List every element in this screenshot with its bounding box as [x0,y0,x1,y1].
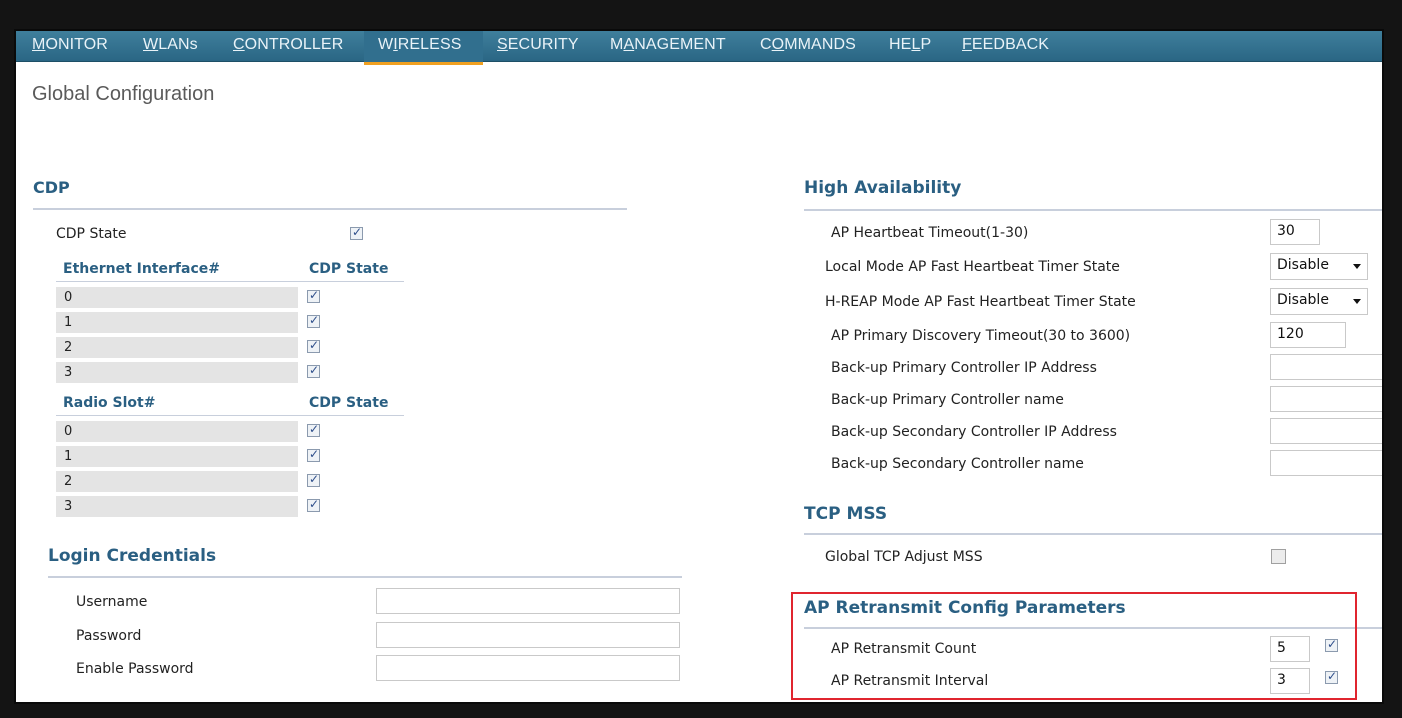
radio-row-label: 3 [64,499,73,514]
ethernet-row-label: 2 [64,340,73,355]
nav-management[interactable]: MANAGEMENT [610,36,726,54]
local-mode-timer-select[interactable]: Disable [1270,253,1368,280]
ethernet-row-label: 3 [64,365,73,380]
ethernet-row-label: 0 [64,290,73,305]
chevron-down-icon [1353,264,1361,269]
username-field[interactable] [376,588,680,614]
radio-header-divider [56,415,404,416]
nav-wlans[interactable]: WLANs [143,36,198,54]
page-title: Global Configuration [32,83,215,105]
radio-1-cdp-checkbox[interactable] [307,447,320,462]
nav-wireless[interactable]: WIRELESS [378,36,462,54]
ha-section-title: High Availability [804,178,962,198]
ethernet-cdp-state-header: CDP State [309,261,389,277]
ethernet-0-cdp-checkbox[interactable] [307,288,320,303]
heartbeat-timeout-input[interactable]: 30 [1270,219,1320,245]
ethernet-row-label: 1 [64,315,73,330]
table-row [56,421,298,442]
hreap-mode-timer-select[interactable]: Disable [1270,288,1368,315]
cdp-section-title: CDP [33,178,70,197]
backup-primary-name-input[interactable] [1270,386,1382,412]
discovery-timeout-input[interactable]: 120 [1270,322,1346,348]
table-row [56,337,298,358]
ethernet-header-divider [56,281,404,282]
backup-primary-ip-label: Back-up Primary Controller IP Address [831,360,1097,376]
backup-secondary-name-label: Back-up Secondary Controller name [831,456,1084,472]
cdp-state-checkbox[interactable] [350,225,363,240]
radio-cdp-state-header: CDP State [309,395,389,411]
enable-password-label: Enable Password [76,661,194,677]
backup-primary-name-label: Back-up Primary Controller name [831,392,1064,408]
retransmit-highlight-box [791,592,1357,700]
tcp-mss-section-title: TCP MSS [804,504,888,524]
radio-slot-header: Radio Slot# [63,395,156,411]
backup-primary-ip-input[interactable] [1270,354,1382,380]
nav-commands[interactable]: COMMANDS [760,36,856,54]
tcp-adjust-mss-label: Global TCP Adjust MSS [825,549,983,565]
table-row [56,496,298,517]
tcp-adjust-mss-checkbox[interactable] [1271,549,1286,564]
nav-monitor[interactable]: MONITOR [32,36,108,54]
radio-row-label: 2 [64,474,73,489]
username-label: Username [76,594,148,610]
radio-0-cdp-checkbox[interactable] [307,422,320,437]
ethernet-interface-header: Ethernet Interface# [63,261,220,277]
enable-password-field[interactable] [376,655,680,681]
top-nav-bar: MONITOR WLANs CONTROLLER WIRELESS SECURI… [16,31,1382,65]
backup-secondary-name-input[interactable] [1270,450,1382,476]
radio-2-cdp-checkbox[interactable] [307,472,320,487]
ethernet-2-cdp-checkbox[interactable] [307,338,320,353]
table-row [56,446,298,467]
local-mode-timer-value: Disable [1277,257,1329,273]
hreap-mode-timer-label: H-REAP Mode AP Fast Heartbeat Timer Stat… [825,294,1136,310]
active-tab-underline [364,62,483,65]
radio-row-label: 0 [64,424,73,439]
app-window: MONITOR WLANs CONTROLLER WIRELESS SECURI… [14,29,1384,704]
radio-3-cdp-checkbox[interactable] [307,497,320,512]
chevron-down-icon [1353,299,1361,304]
ethernet-1-cdp-checkbox[interactable] [307,313,320,328]
discovery-timeout-label: AP Primary Discovery Timeout(30 to 3600) [831,328,1131,344]
ethernet-3-cdp-checkbox[interactable] [307,363,320,378]
hreap-mode-timer-value: Disable [1277,292,1329,308]
table-row [56,312,298,333]
backup-secondary-ip-input[interactable] [1270,418,1382,444]
local-mode-timer-label: Local Mode AP Fast Heartbeat Timer State [825,259,1120,275]
password-label: Password [76,628,142,644]
nav-security[interactable]: SECURITY [497,36,579,54]
password-field[interactable] [376,622,680,648]
cdp-divider [33,208,627,210]
table-row [56,362,298,383]
login-divider [48,576,682,578]
heartbeat-timeout-label: AP Heartbeat Timeout(1-30) [831,225,1029,241]
table-row [56,471,298,492]
cdp-state-label: CDP State [56,226,127,242]
login-section-title: Login Credentials [48,546,217,566]
ha-divider [804,209,1382,211]
nav-help[interactable]: HELP [889,36,931,54]
radio-row-label: 1 [64,449,73,464]
nav-feedback[interactable]: FEEDBACK [962,36,1049,54]
table-row [56,287,298,308]
tcp-mss-divider [804,533,1382,535]
backup-secondary-ip-label: Back-up Secondary Controller IP Address [831,424,1117,440]
nav-controller[interactable]: CONTROLLER [233,36,343,54]
